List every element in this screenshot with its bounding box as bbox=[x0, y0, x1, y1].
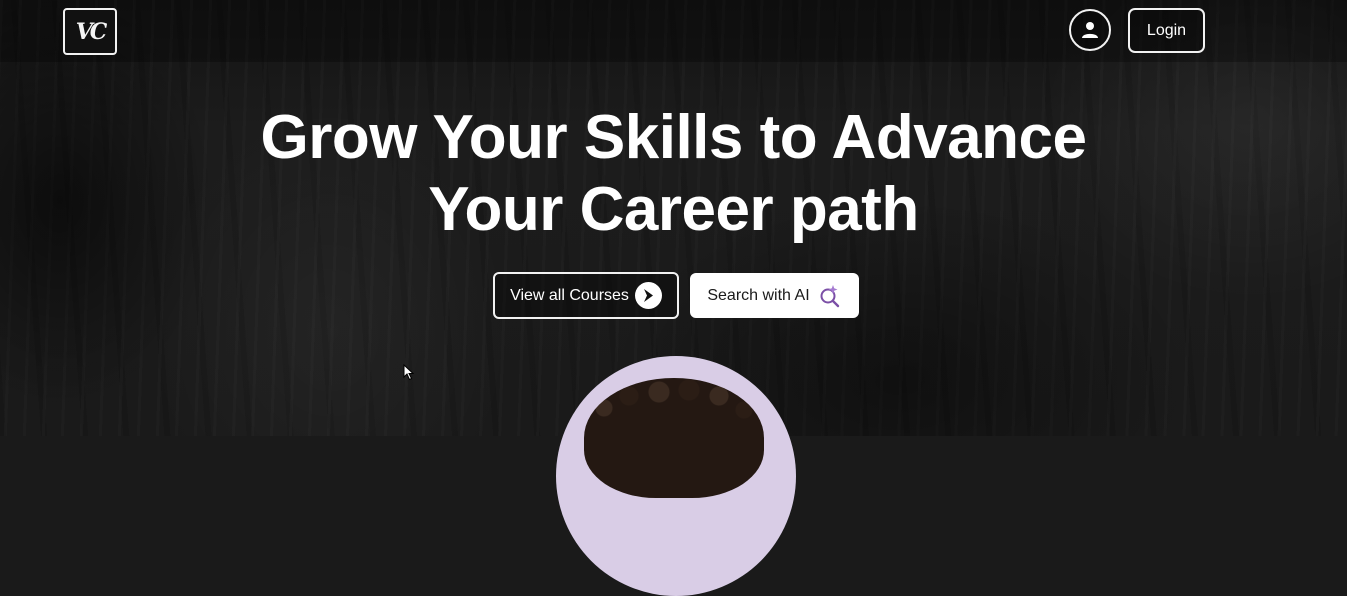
profile-button[interactable] bbox=[1069, 9, 1111, 51]
site-logo[interactable]: VC bbox=[63, 8, 117, 55]
hero-title: Grow Your Skills to Advance Your Career … bbox=[0, 102, 1347, 246]
sparkle-search-icon bbox=[820, 284, 839, 307]
portrait-hair bbox=[584, 378, 764, 498]
user-icon bbox=[1082, 22, 1098, 38]
search-with-ai-button[interactable]: Search with AI bbox=[690, 273, 859, 318]
logo-text: VC bbox=[75, 18, 108, 45]
circle-arrow-right-icon bbox=[634, 282, 662, 309]
view-all-courses-button[interactable]: View all Courses bbox=[493, 272, 679, 319]
login-button[interactable]: Login bbox=[1128, 8, 1205, 53]
hero-portrait-image bbox=[556, 356, 796, 596]
hero-title-line-1: Grow Your Skills to Advance bbox=[260, 103, 1087, 172]
mouse-cursor-icon bbox=[403, 364, 415, 381]
view-all-courses-label: View all Courses bbox=[510, 286, 629, 304]
search-with-ai-label: Search with AI bbox=[707, 286, 810, 304]
hero-title-line-2: Your Career path bbox=[428, 175, 919, 244]
